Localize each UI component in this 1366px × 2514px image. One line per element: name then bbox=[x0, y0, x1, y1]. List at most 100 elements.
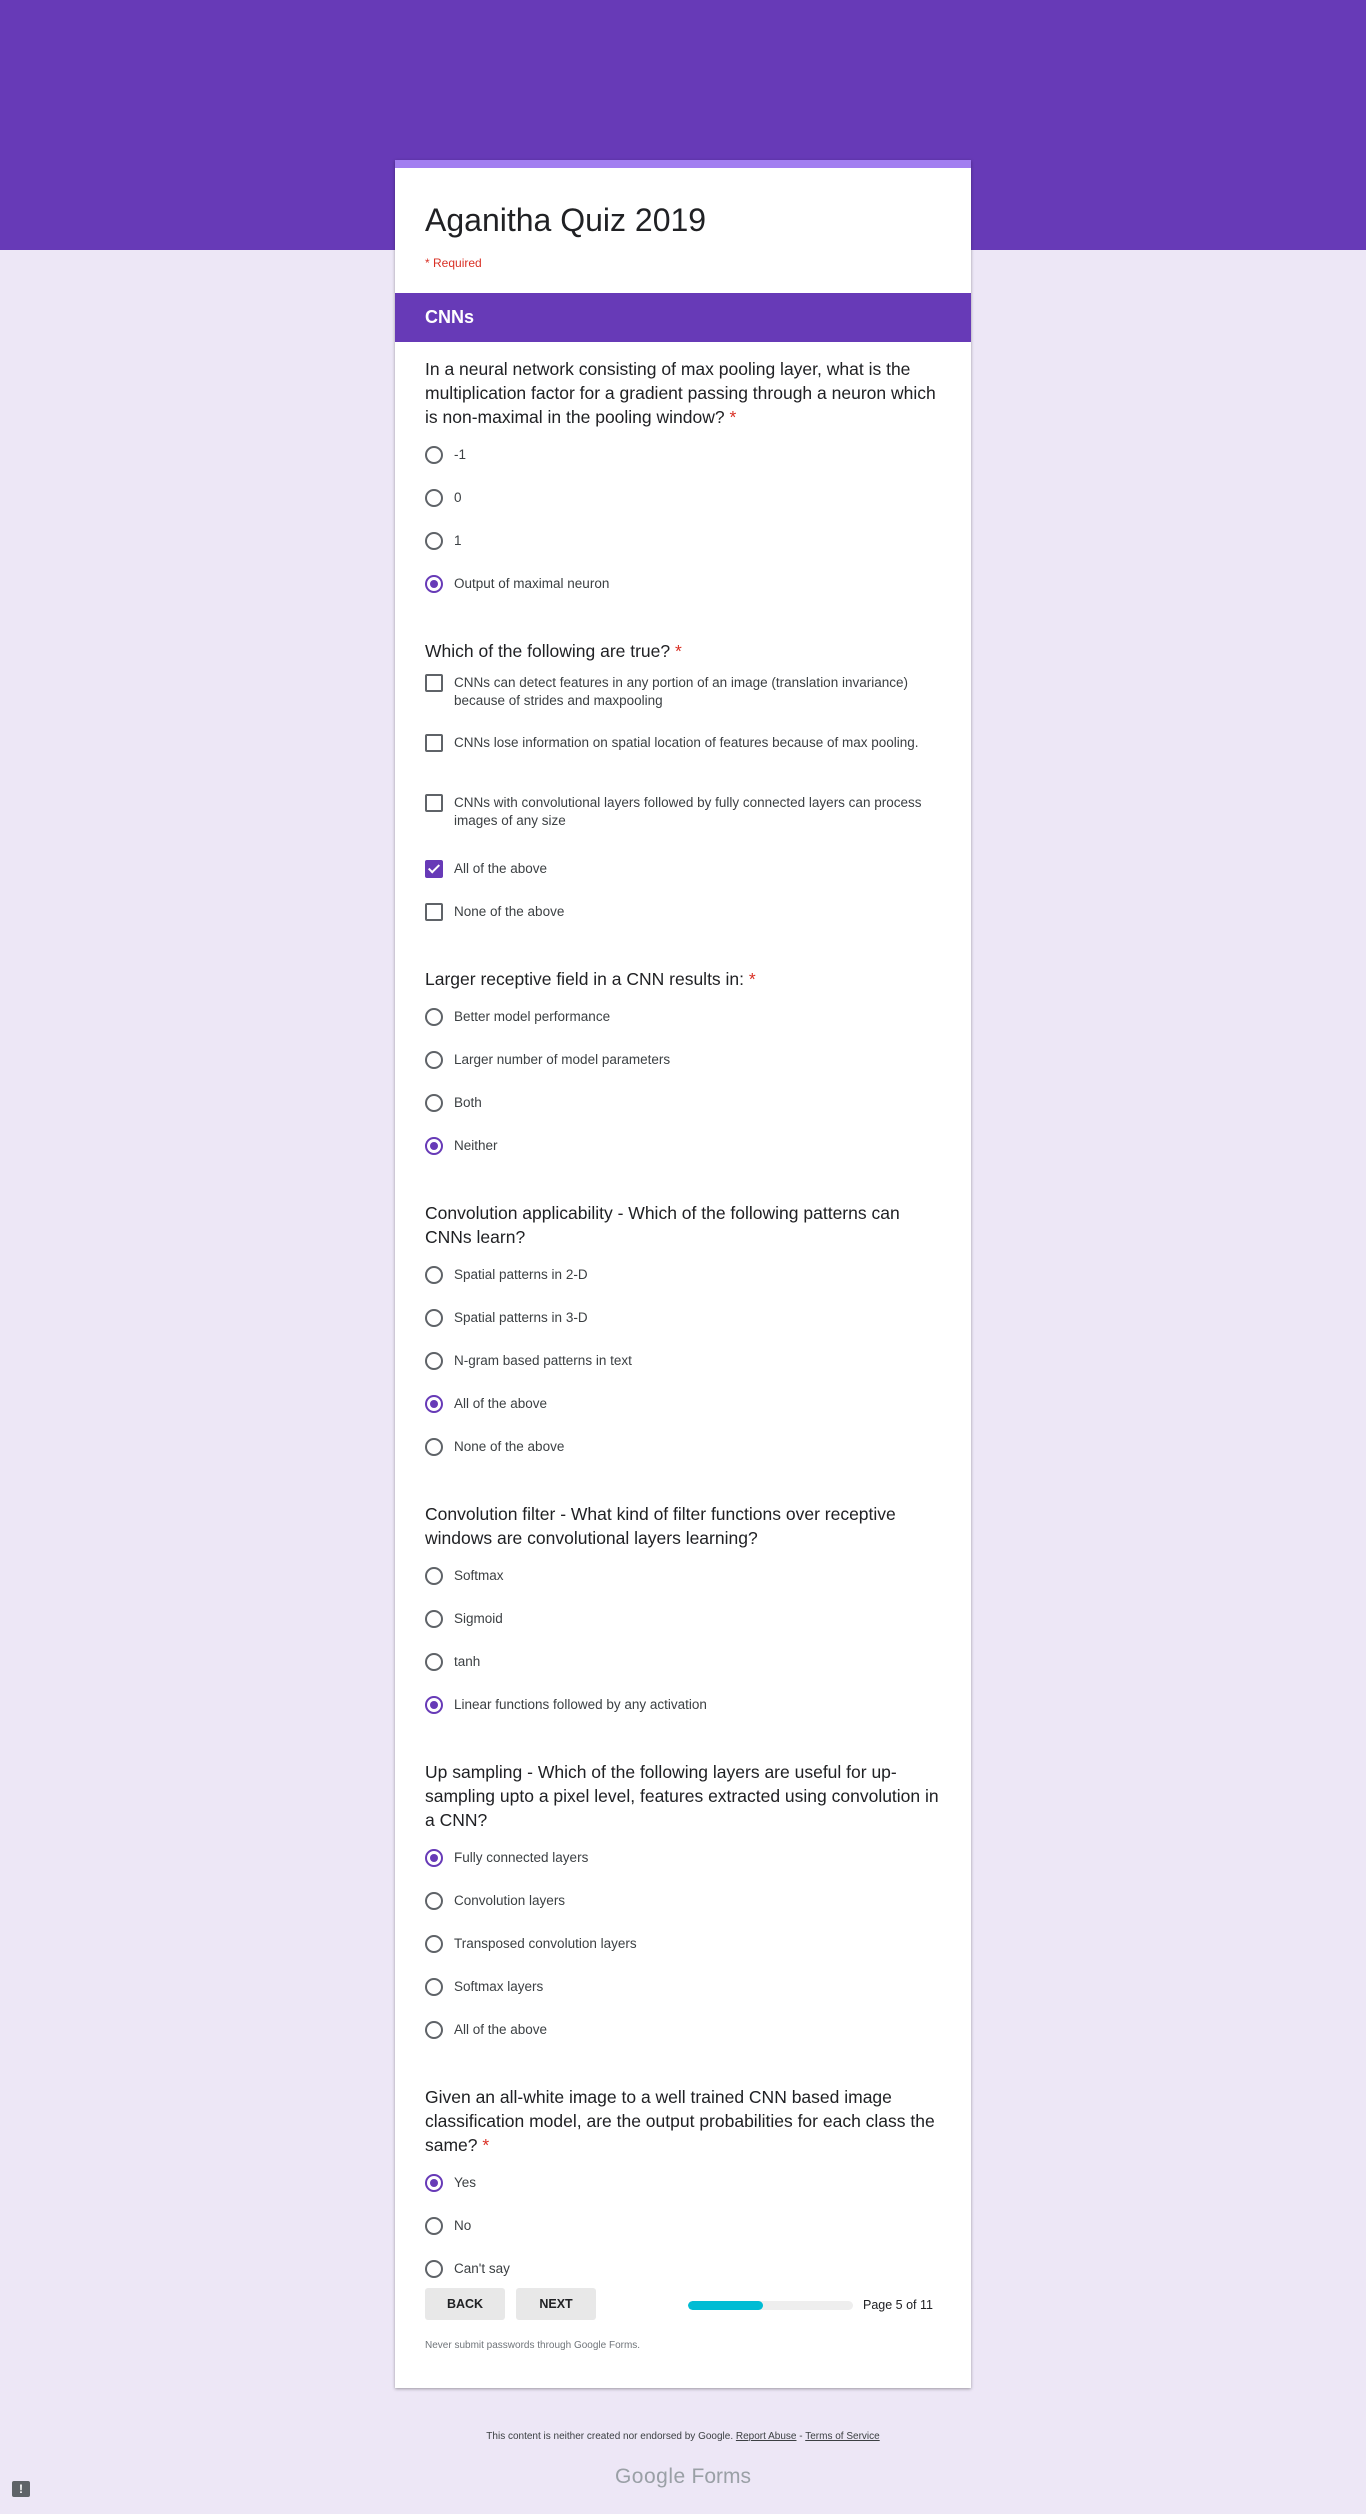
radio-checked-icon[interactable] bbox=[425, 1696, 443, 1714]
radio-option[interactable]: Spatial patterns in 3-D bbox=[425, 1300, 941, 1343]
radio-icon[interactable] bbox=[425, 1610, 443, 1628]
radio-option[interactable]: -1 bbox=[425, 437, 941, 480]
option-label: Better model performance bbox=[454, 1009, 611, 1024]
question-item: Given an all-white image to a well train… bbox=[425, 2085, 941, 2294]
radio-option[interactable]: Neither bbox=[425, 1128, 941, 1171]
radio-option[interactable]: Sigmoid bbox=[425, 1601, 941, 1644]
checkbox-checked-icon[interactable] bbox=[425, 860, 443, 878]
option-label: Neither bbox=[454, 1138, 498, 1153]
password-warning: Never submit passwords through Google Fo… bbox=[425, 2340, 641, 2351]
radio-icon[interactable] bbox=[425, 1352, 443, 1370]
radio-option[interactable]: No bbox=[425, 2208, 941, 2251]
radio-icon[interactable] bbox=[425, 2260, 443, 2278]
radio-option[interactable]: Spatial patterns in 2-D bbox=[425, 1257, 941, 1300]
terms-link[interactable]: Terms of Service bbox=[805, 2431, 879, 2442]
option-label: CNNs can detect features in any portion … bbox=[454, 675, 908, 708]
progress-fill bbox=[688, 2301, 763, 2310]
form-header: Aganitha Quiz 2019 * Required bbox=[395, 168, 971, 270]
radio-icon[interactable] bbox=[425, 1094, 443, 1112]
brand-forms: Forms bbox=[691, 2465, 752, 2488]
checkbox-icon[interactable] bbox=[425, 674, 443, 692]
radio-option[interactable]: Softmax layers bbox=[425, 1969, 941, 2012]
radio-icon[interactable] bbox=[425, 1008, 443, 1026]
page-indicator: Page 5 of 11 bbox=[863, 2298, 933, 2312]
radio-checked-icon[interactable] bbox=[425, 2174, 443, 2192]
question-item: Which of the following are true? * CNNs c… bbox=[425, 639, 941, 937]
checkbox-option[interactable]: CNNs with convolutional layers followed … bbox=[425, 791, 941, 851]
radio-icon[interactable] bbox=[425, 1978, 443, 1996]
radio-option[interactable]: 0 bbox=[425, 480, 941, 523]
back-button[interactable]: BACK bbox=[425, 2288, 505, 2320]
question-text: Convolution applicability - Which of the… bbox=[425, 1203, 900, 1247]
radio-icon[interactable] bbox=[425, 1935, 443, 1953]
checkbox-option[interactable]: CNNs can detect features in any portion … bbox=[425, 671, 941, 731]
checkbox-icon[interactable] bbox=[425, 794, 443, 812]
radio-option[interactable]: Yes bbox=[425, 2165, 941, 2208]
google-forms-logo[interactable]: Google Forms bbox=[0, 2465, 1366, 2489]
question-item: Up sampling - Which of the following lay… bbox=[425, 1760, 941, 2055]
option-label: Can't say bbox=[454, 2261, 510, 2276]
disclaimer: This content is neither created nor endo… bbox=[0, 2431, 1366, 2442]
radio-option[interactable]: Transposed convolution layers bbox=[425, 1926, 941, 1969]
radio-icon[interactable] bbox=[425, 1438, 443, 1456]
radio-icon[interactable] bbox=[425, 1266, 443, 1284]
option-label: -1 bbox=[454, 447, 467, 462]
radio-icon[interactable] bbox=[425, 1653, 443, 1671]
checkbox-icon[interactable] bbox=[425, 903, 443, 921]
radio-option[interactable]: Both bbox=[425, 1085, 941, 1128]
radio-option[interactable]: tanh bbox=[425, 1644, 941, 1687]
radio-icon[interactable] bbox=[425, 2021, 443, 2039]
link-separator: - bbox=[796, 2431, 806, 2442]
radio-option[interactable]: Larger number of model parameters bbox=[425, 1042, 941, 1085]
radio-icon[interactable] bbox=[425, 489, 443, 507]
option-label: Sigmoid bbox=[454, 1611, 503, 1626]
question-item: Convolution applicability - Which of the… bbox=[425, 1201, 941, 1472]
radio-option[interactable]: N-gram based patterns in text bbox=[425, 1343, 941, 1386]
checkbox-option[interactable]: All of the above bbox=[425, 851, 941, 894]
report-problem-icon[interactable]: ! bbox=[12, 2481, 30, 2497]
option-label: Softmax layers bbox=[454, 1979, 544, 1994]
option-label: Transposed convolution layers bbox=[454, 1936, 637, 1951]
question-title: Convolution applicability - Which of the… bbox=[425, 1201, 941, 1249]
option-label: Spatial patterns in 3-D bbox=[454, 1310, 588, 1325]
question-text: Larger receptive field in a CNN results … bbox=[425, 969, 745, 989]
checkbox-option[interactable]: None of the above bbox=[425, 894, 941, 937]
radio-option[interactable]: All of the above bbox=[425, 2012, 941, 2055]
next-button[interactable]: NEXT bbox=[516, 2288, 596, 2320]
question-list: In a neural network consisting of max po… bbox=[425, 357, 941, 2324]
radio-icon[interactable] bbox=[425, 1567, 443, 1585]
radio-checked-icon[interactable] bbox=[425, 1137, 443, 1155]
checkbox-option[interactable]: CNNs lose information on spatial locatio… bbox=[425, 731, 941, 791]
radio-option[interactable]: None of the above bbox=[425, 1429, 941, 1472]
radio-option[interactable]: Better model performance bbox=[425, 999, 941, 1042]
radio-checked-icon[interactable] bbox=[425, 1849, 443, 1867]
radio-checked-icon[interactable] bbox=[425, 1395, 443, 1413]
report-abuse-link[interactable]: Report Abuse bbox=[736, 2431, 797, 2442]
radio-option[interactable]: All of the above bbox=[425, 1386, 941, 1429]
radio-icon[interactable] bbox=[425, 1309, 443, 1327]
brand-google: Google bbox=[614, 2465, 686, 2488]
option-label: None of the above bbox=[454, 904, 565, 919]
radio-icon[interactable] bbox=[425, 2217, 443, 2235]
radio-option[interactable]: Output of maximal neuron bbox=[425, 566, 941, 609]
radio-checked-icon[interactable] bbox=[425, 575, 443, 593]
radio-option[interactable]: Softmax bbox=[425, 1558, 941, 1601]
section-title: CNNs bbox=[395, 293, 971, 342]
radio-icon[interactable] bbox=[425, 1051, 443, 1069]
radio-option[interactable]: Linear functions followed by any activat… bbox=[425, 1687, 941, 1730]
radio-icon[interactable] bbox=[425, 532, 443, 550]
question-title: Convolution filter - What kind of filter… bbox=[425, 1502, 941, 1550]
option-label: Softmax bbox=[454, 1568, 504, 1583]
option-label: Spatial patterns in 2-D bbox=[454, 1267, 588, 1282]
radio-option[interactable]: 1 bbox=[425, 523, 941, 566]
question-title: Which of the following are true? * bbox=[425, 639, 941, 663]
radio-icon[interactable] bbox=[425, 446, 443, 464]
required-asterisk: * bbox=[744, 969, 756, 989]
question-text: Which of the following are true? bbox=[425, 641, 671, 661]
radio-option[interactable]: Fully connected layers bbox=[425, 1840, 941, 1883]
required-asterisk: * bbox=[477, 2135, 490, 2155]
checkbox-icon[interactable] bbox=[425, 734, 443, 752]
radio-icon[interactable] bbox=[425, 1892, 443, 1910]
required-note: * Required bbox=[425, 256, 482, 270]
radio-option[interactable]: Convolution layers bbox=[425, 1883, 941, 1926]
